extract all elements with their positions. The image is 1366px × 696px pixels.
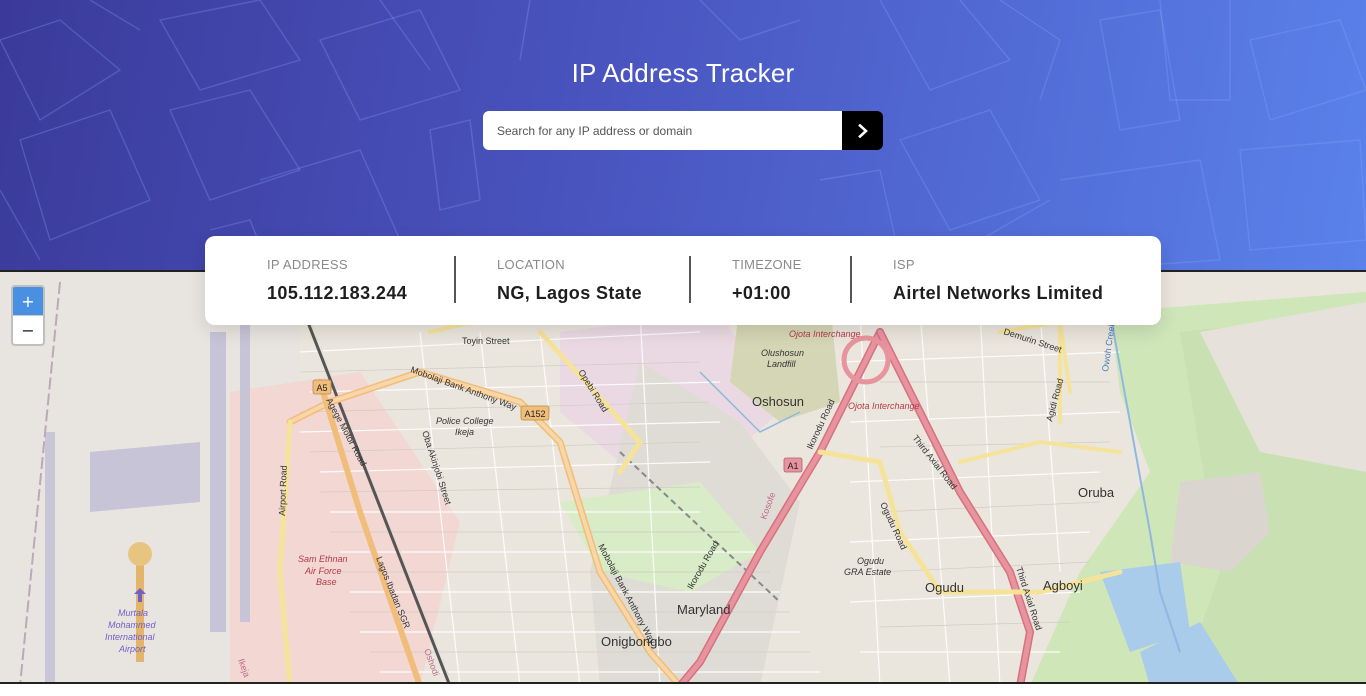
map-label-murtala-3: International	[105, 632, 156, 642]
road-shield-a5: A5	[312, 379, 332, 395]
chevron-right-icon	[857, 123, 868, 138]
isp-label: ISP	[893, 257, 915, 272]
map-label-murtala-1: Murtala	[118, 608, 148, 618]
search-bar	[483, 111, 883, 150]
page: IP Address Tracker Search for any IP add…	[0, 0, 1366, 696]
zoom-out-button[interactable]: −	[13, 316, 43, 344]
map-label-ojota-interchange-1: Ojota Interchange	[789, 329, 861, 339]
svg-text:A1: A1	[787, 461, 798, 471]
map-label-sam-ethnan-1: Sam Ethnan	[298, 554, 348, 564]
divider	[689, 256, 691, 303]
search-input[interactable]	[483, 111, 842, 150]
ip-address-label: IP ADDRESS	[267, 257, 348, 272]
map-label-ogudu: Ogudu	[925, 580, 964, 595]
timezone-value: +01:00	[732, 283, 791, 303]
zoom-in-button[interactable]: +	[13, 287, 43, 316]
map-label-maryland: Maryland	[677, 602, 730, 617]
divider	[850, 256, 852, 303]
map-label-airport-road: Airport Road	[277, 465, 289, 516]
ip-address-value: 105.112.183.244	[267, 283, 408, 303]
ip-info-card: IP ADDRESS 105.112.183.244 LOCATION NG, …	[205, 236, 1161, 325]
zoom-control: + −	[11, 285, 45, 346]
map-label-agboyi: Agboyi	[1043, 578, 1083, 593]
map-label-toyin-street: Toyin Street	[462, 336, 510, 346]
road-shield-a152: A152	[520, 405, 550, 421]
map-label-police-college-1: Police College	[436, 416, 494, 426]
map-label-ogudu-gra-1: Ogudu	[857, 556, 884, 566]
map-label-sam-ethnan-2: Air Force	[304, 566, 342, 576]
map-label-oshosun: Oshosun	[752, 394, 804, 409]
map-label-ogudu-gra-2: GRA Estate	[844, 567, 891, 577]
location-label: LOCATION	[497, 257, 565, 272]
map-label-olushosun-2: Landfill	[767, 359, 797, 369]
map-view[interactable]: A5 A152 A1 Toyin Street Mobolaji Bank An…	[0, 270, 1366, 684]
timezone-label: TIMEZONE	[732, 257, 802, 272]
location-value: NG, Lagos State	[497, 283, 643, 303]
svg-text:A152: A152	[524, 409, 545, 419]
road-shield-a1: A1	[783, 457, 803, 473]
divider	[454, 256, 456, 303]
isp-value: Airtel Networks Limited	[893, 283, 1104, 303]
map-label-olushosun-1: Olushosun	[761, 348, 804, 358]
map-label-oruba: Oruba	[1078, 485, 1115, 500]
map-label-murtala-4: Airport	[118, 644, 146, 654]
map-label-ojota-interchange-2: Ojota Interchange	[848, 401, 920, 411]
header-banner: IP Address Tracker	[0, 0, 1366, 270]
map-label-murtala-2: Mohammed	[108, 620, 157, 630]
map-tiles: A5 A152 A1 Toyin Street Mobolaji Bank An…	[0, 272, 1366, 682]
map-label-sam-ethnan-3: Base	[316, 577, 337, 587]
search-submit-button[interactable]	[842, 111, 883, 150]
map-label-police-college-2: Ikeja	[455, 427, 474, 437]
page-title: IP Address Tracker	[571, 58, 795, 88]
map-label-onigbongbo: Onigbongbo	[601, 634, 672, 649]
svg-text:A5: A5	[316, 383, 327, 393]
